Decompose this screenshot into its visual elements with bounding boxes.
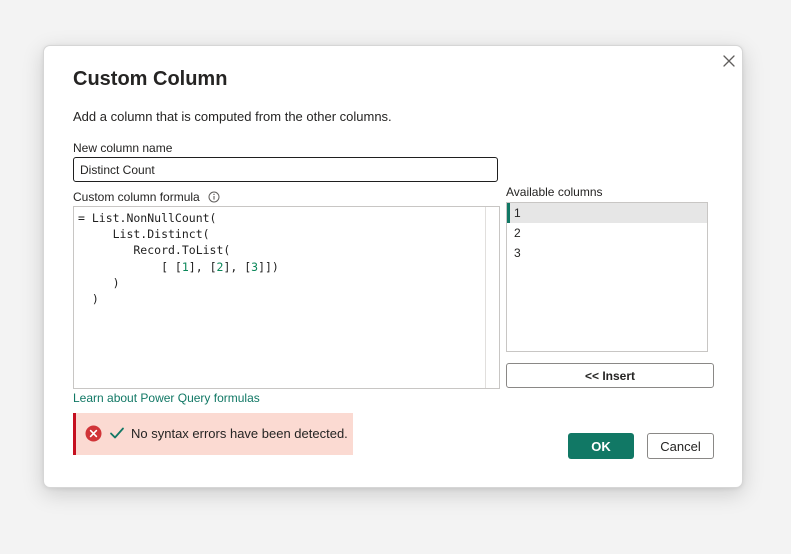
dialog-description: Add a column that is computed from the o… [73, 109, 392, 124]
info-icon[interactable] [208, 191, 220, 203]
formula-line: List.Distinct( [78, 227, 210, 242]
column-item-2[interactable]: 2 [507, 223, 707, 243]
close-icon [723, 55, 735, 67]
column-item-3[interactable]: 3 [507, 243, 707, 263]
formula-line: Record.ToList( [78, 243, 231, 258]
close-button[interactable] [719, 51, 739, 71]
formula-editor-box[interactable]: = List.NonNullCount( List.Distinct( Reco… [73, 206, 500, 389]
available-columns-label: Available columns [506, 185, 603, 199]
available-columns-list: 123 [506, 202, 708, 352]
custom-column-formula-label: Custom column formula [73, 190, 220, 204]
insert-button[interactable]: << Insert [506, 363, 714, 388]
ok-button[interactable]: OK [568, 433, 634, 459]
checkmark-icon [110, 427, 124, 439]
formula-scrollbar[interactable] [485, 207, 499, 388]
formula-line: [ [1], [2], [3]]) [78, 259, 279, 274]
new-column-name-input[interactable] [73, 157, 498, 182]
error-circle-icon [85, 425, 102, 442]
formula-line: ) [78, 292, 99, 307]
formula-line: = List.NonNullCount( [78, 211, 217, 225]
custom-column-dialog: Custom Column Add a column that is compu… [43, 45, 743, 488]
dialog-title: Custom Column [73, 68, 228, 90]
new-column-name-label: New column name [73, 141, 173, 155]
syntax-status-bar: No syntax errors have been detected. [73, 413, 353, 455]
column-item-1[interactable]: 1 [507, 203, 707, 223]
cancel-button[interactable]: Cancel [647, 433, 714, 459]
formula-editor[interactable]: = List.NonNullCount( List.Distinct( Reco… [74, 207, 485, 388]
learn-power-query-link[interactable]: Learn about Power Query formulas [73, 391, 260, 405]
formula-label-text: Custom column formula [73, 190, 200, 204]
formula-line: ) [78, 275, 120, 290]
syntax-status-text: No syntax errors have been detected. [131, 426, 348, 441]
